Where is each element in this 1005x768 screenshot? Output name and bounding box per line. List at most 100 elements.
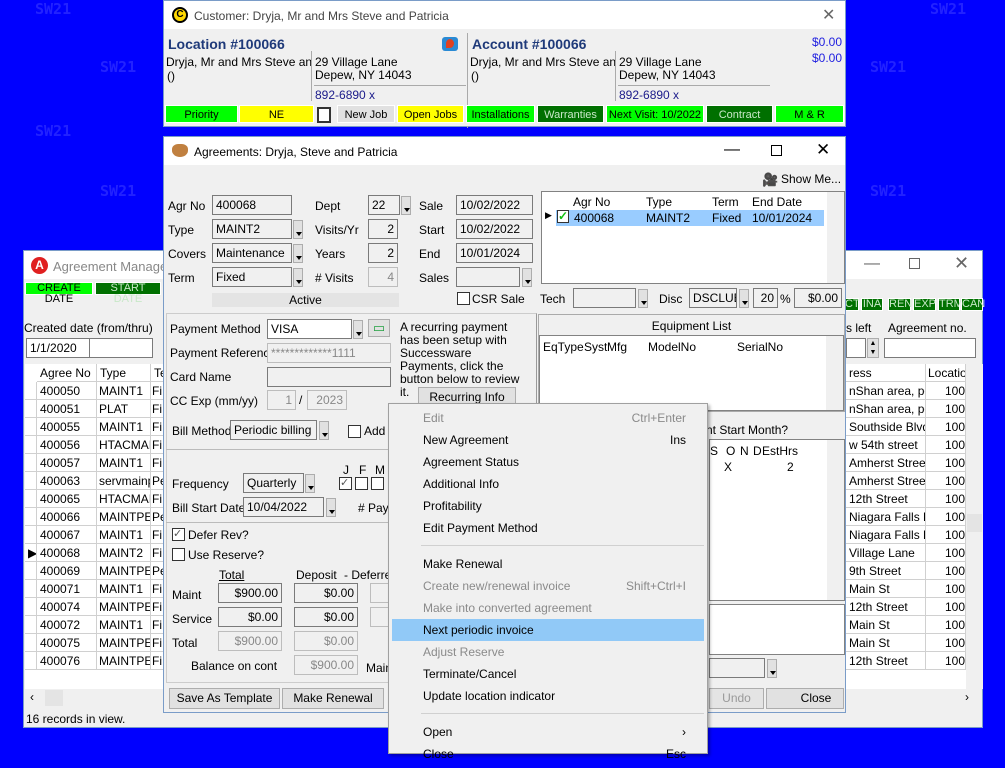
type-dropdown[interactable] (293, 220, 303, 239)
dept-select[interactable]: 22 (368, 195, 400, 215)
new-job-button[interactable]: New Job (337, 105, 395, 123)
open-jobs-button[interactable]: Open Jobs (397, 105, 464, 123)
csr-sale-checkbox[interactable] (457, 292, 470, 305)
filter-exp[interactable]: EXP (913, 298, 936, 311)
month-column-header[interactable]: EstHrs (762, 444, 798, 458)
maint-total-input[interactable]: $900.00 (218, 583, 282, 603)
discount-percent-input[interactable]: 20 (753, 288, 778, 308)
list-column-header[interactable]: Agr No (573, 195, 610, 209)
total-deposit-input[interactable]: $0.00 (294, 631, 358, 651)
camera-icon[interactable]: 🎥 (762, 172, 778, 188)
bill-method-select[interactable]: Periodic billing (230, 420, 317, 440)
filter-can[interactable]: CAN (961, 298, 985, 311)
cc-year-input[interactable]: 2023 (307, 390, 347, 410)
list-column-header[interactable]: Type (646, 195, 672, 209)
service-total-input[interactable]: $0.00 (218, 607, 282, 627)
sales-select[interactable] (456, 267, 520, 287)
agr-no-input[interactable]: 400068 (212, 195, 292, 215)
dept-dropdown[interactable] (401, 196, 411, 215)
location-phone[interactable]: 892-6890 x (315, 88, 375, 102)
maint-deposit-input[interactable]: $0.00 (294, 583, 358, 603)
term-dropdown[interactable] (293, 268, 303, 287)
list-column-header[interactable]: Term (712, 195, 739, 209)
equipment-column-header[interactable]: ModelNo (648, 340, 696, 354)
tech-select[interactable] (573, 288, 636, 308)
bill-method-dropdown[interactable] (319, 421, 329, 440)
month-checkbox[interactable]: ✓ (339, 477, 352, 490)
menu-item-close[interactable]: Close Esc (392, 743, 704, 765)
service-deposit-input[interactable]: $0.00 (294, 607, 358, 627)
card-name-input[interactable] (267, 367, 391, 387)
minimize-icon[interactable]: — (864, 255, 880, 273)
month-checkbox[interactable] (371, 477, 384, 490)
month-checkbox[interactable] (355, 477, 368, 490)
undo-button[interactable]: Undo (709, 688, 764, 709)
scrollbar-thumb[interactable] (967, 514, 982, 532)
close-icon[interactable]: ✕ (822, 5, 835, 25)
years-input[interactable]: 2 (368, 243, 398, 263)
priority-button[interactable]: Priority (165, 105, 238, 123)
start-date-input[interactable]: 10/02/2022 (456, 219, 533, 239)
end-date-input[interactable]: 10/01/2024 (456, 243, 533, 263)
account-phone[interactable]: 892-6890 x (619, 88, 679, 102)
menu-item-additional-info[interactable]: Additional Info (392, 473, 704, 495)
payment-method-dropdown[interactable] (353, 320, 363, 339)
spinner[interactable]: ▲ ▼ (867, 338, 879, 358)
month-column-header[interactable]: N (740, 444, 749, 458)
sale-date-input[interactable]: 10/02/2022 (456, 195, 533, 215)
covers-dropdown[interactable] (293, 244, 303, 263)
next-visit-button[interactable]: Next Visit: 10/2022 (606, 105, 704, 123)
menu-item-new-agreement[interactable]: New Agreement Ins (392, 429, 704, 451)
vertical-scrollbar[interactable] (826, 336, 843, 410)
discount-amount-input[interactable]: $0.00 (794, 288, 842, 308)
bill-start-date-dropdown[interactable] (326, 498, 336, 517)
contract-button[interactable]: Contract (706, 105, 773, 123)
menu-item-edit-payment-method[interactable]: Edit Payment Method (392, 517, 704, 539)
location-heading[interactable]: Location #100066 (168, 36, 285, 52)
credit-card-icon[interactable]: ▭ (368, 319, 390, 337)
month-column-header[interactable]: S (710, 444, 718, 458)
close-icon[interactable]: ✕ (954, 253, 969, 274)
created-thru-input[interactable] (89, 338, 153, 358)
agreement-no-input[interactable] (884, 338, 976, 358)
tech-dropdown[interactable] (638, 289, 648, 308)
discount-dropdown[interactable] (739, 289, 749, 308)
map-pin-icon[interactable] (442, 37, 458, 51)
discount-select[interactable]: DSCLUB (689, 288, 737, 308)
add-t-checkbox[interactable] (348, 425, 361, 438)
save-as-template-button[interactable]: Save As Template (169, 688, 280, 709)
list-column-header[interactable]: End Date (752, 195, 802, 209)
vertical-scrollbar[interactable] (827, 440, 844, 600)
minimize-icon[interactable]: — (724, 141, 740, 159)
menu-item-profitability[interactable]: Profitability (392, 495, 704, 517)
filter-trm[interactable]: TRM (938, 298, 963, 311)
filter-ren[interactable]: REN (888, 298, 912, 311)
bottom-select[interactable] (709, 658, 765, 678)
account-heading[interactable]: Account #100066 (472, 36, 586, 52)
sales-dropdown[interactable] (522, 268, 532, 287)
bottom-dropdown[interactable] (767, 659, 777, 678)
visits-yr-input[interactable]: 2 (368, 219, 398, 239)
total-total-input[interactable]: $900.00 (218, 631, 282, 651)
term-select[interactable]: Fixed (212, 267, 292, 287)
filter-start-date[interactable]: START DATE (95, 282, 161, 305)
defer-rev-checkbox[interactable]: ✓ (172, 528, 185, 541)
maximize-icon[interactable] (909, 258, 920, 269)
column-header-type[interactable]: Type (97, 364, 151, 382)
menu-item-agreement-status[interactable]: Agreement Status (392, 451, 704, 473)
payment-method-select[interactable]: VISA (267, 319, 352, 339)
payment-reference-input[interactable]: *************1111 (267, 343, 391, 363)
vertical-scrollbar[interactable] (827, 192, 844, 283)
m-and-r-button[interactable]: M & R (775, 105, 844, 123)
visits-left-input[interactable] (846, 338, 866, 358)
warranties-button[interactable]: Warranties (537, 105, 604, 123)
list-row[interactable]: ✓ 400068 MAINT2 Fixed 10/01/2024 (556, 210, 824, 226)
frequency-select[interactable]: Quarterly (243, 473, 304, 493)
bill-start-date-input[interactable]: 10/04/2022 (243, 497, 324, 517)
use-reserve-checkbox[interactable] (172, 548, 185, 561)
balance-input[interactable]: $900.00 (294, 655, 358, 675)
close-button[interactable]: Close (766, 688, 844, 709)
month-column-header[interactable]: D (753, 444, 762, 458)
filter-ct[interactable]: CT (844, 298, 860, 311)
cc-month-input[interactable]: 1 (267, 390, 296, 410)
